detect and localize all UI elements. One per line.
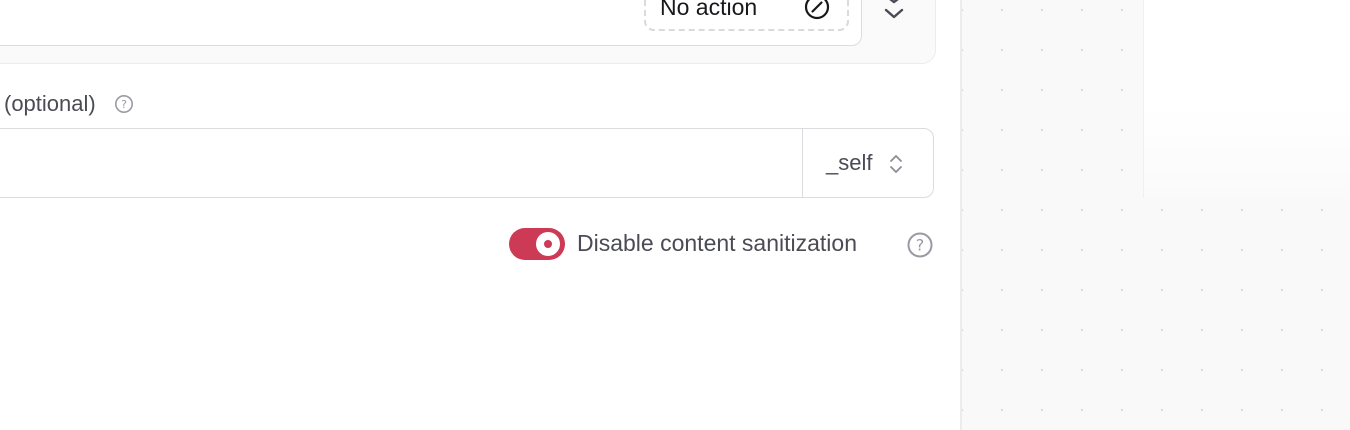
link-target-value: _self: [826, 150, 873, 175]
help-icon[interactable]: ?: [906, 231, 934, 259]
svg-text:?: ?: [916, 236, 925, 255]
toggle-dot: [544, 240, 552, 248]
link-field-label: (optional): [4, 91, 96, 116]
form-panel: No action (optional) ? _self Disable con…: [0, 0, 960, 430]
link-url-input[interactable]: [0, 128, 934, 198]
help-icon[interactable]: ?: [114, 94, 134, 114]
preview-card: [1143, 0, 1350, 198]
action-label: No action: [660, 0, 758, 20]
no-action-icon[interactable]: [804, 0, 830, 20]
svg-text:?: ?: [121, 98, 127, 111]
sanitization-label: Disable content sanitization: [577, 230, 857, 256]
chevron-updown-icon: [890, 155, 902, 173]
chevron-down-icon[interactable]: [880, 0, 908, 24]
